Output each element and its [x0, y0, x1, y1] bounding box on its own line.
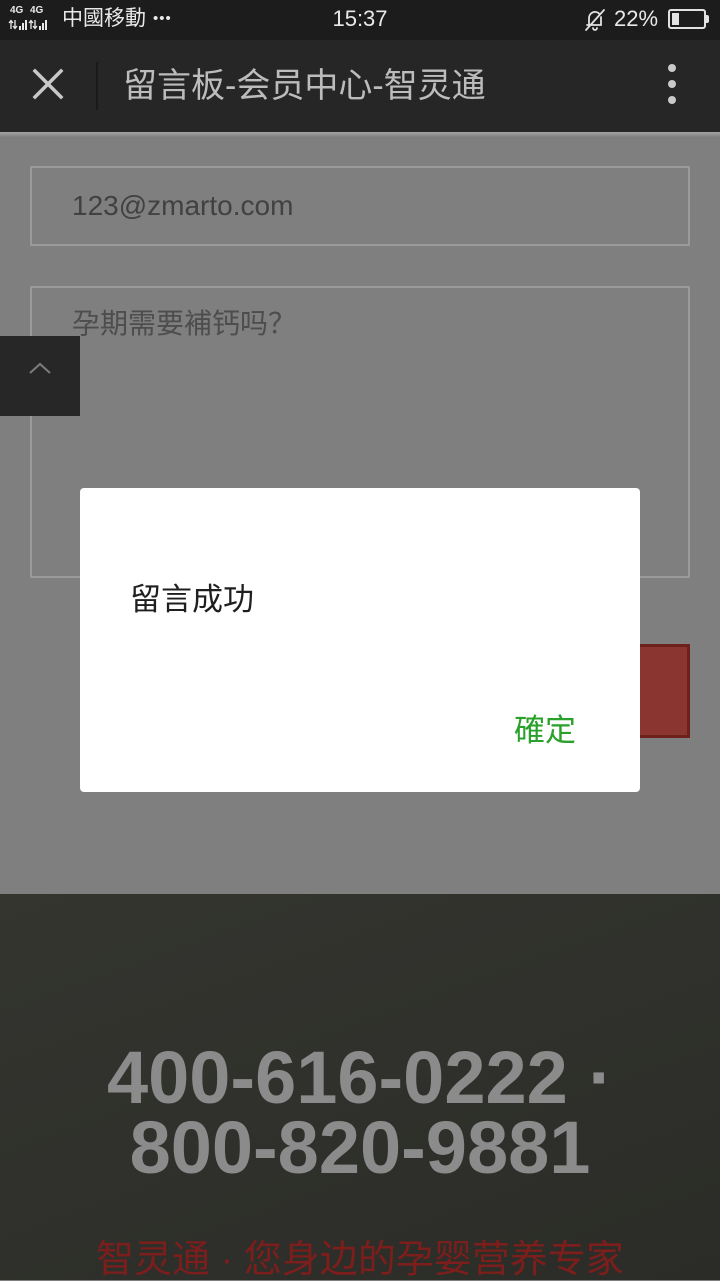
more-options-button[interactable] [648, 54, 696, 118]
title-divider [96, 62, 98, 110]
page-title: 留言板-会员中心-智灵通 [123, 67, 486, 105]
battery-percentage: 22% [614, 6, 659, 31]
battery-terminal [706, 15, 709, 23]
title-bar: 留言板-会员中心-智灵通 [0, 40, 720, 132]
clock: 15:37 [332, 6, 388, 31]
dialog-message: 留言成功 [130, 582, 254, 617]
bell-off-icon [585, 9, 605, 31]
battery-level-fill [672, 13, 679, 25]
alert-dialog: 留言成功 確定 [80, 488, 640, 792]
more-vertical-icon [668, 64, 676, 104]
confirm-button[interactable]: 確定 [498, 709, 592, 753]
battery-icon [668, 9, 710, 29]
close-button[interactable] [16, 52, 80, 116]
close-icon [32, 68, 64, 100]
status-bar: 4G 4G 中國移動 ••• 15:37 22% [0, 0, 720, 40]
